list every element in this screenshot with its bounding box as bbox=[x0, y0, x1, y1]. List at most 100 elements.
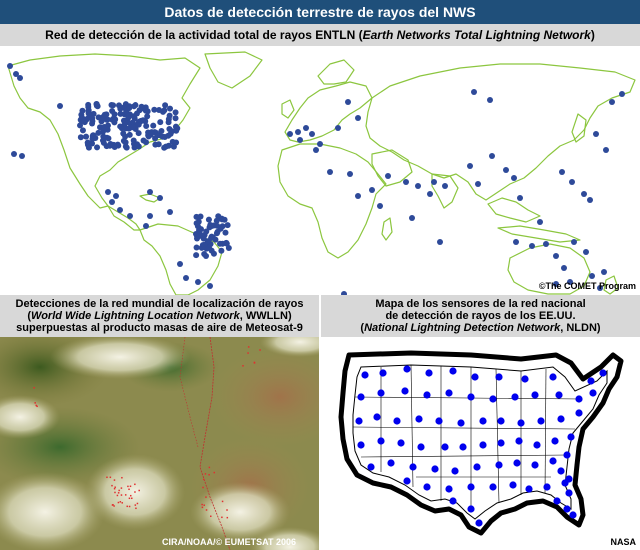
entln-sensor-dot bbox=[147, 189, 153, 195]
entln-sensor-dot bbox=[503, 167, 509, 173]
wwlln-panel-title: Detecciones de la red mundial de localiz… bbox=[0, 295, 319, 337]
entln-sensor-dot bbox=[355, 115, 361, 121]
wwlln-strike-mark bbox=[34, 402, 36, 404]
wwlln-strike-mark bbox=[131, 497, 133, 500]
entln-sensor-dot bbox=[619, 91, 625, 97]
entln-sensor-dot bbox=[335, 125, 341, 131]
nldn-sensor-map bbox=[321, 337, 640, 550]
nldn-sensor-dot bbox=[557, 415, 565, 423]
entln-sensor-dot bbox=[167, 105, 174, 112]
nldn-sensor-dot bbox=[537, 417, 545, 425]
wwlln-strike-mark bbox=[259, 349, 261, 351]
wwlln-strike-mark bbox=[221, 516, 223, 519]
nldn-sensor-dot bbox=[525, 485, 533, 493]
wwlln-title-line2: (World Wide Lightning Location Network, … bbox=[0, 310, 319, 322]
wwlln-strike-mark bbox=[135, 507, 137, 510]
entln-sensor-dot bbox=[309, 131, 315, 137]
entln-sensor-dot bbox=[212, 236, 219, 243]
nldn-sensor-dot bbox=[403, 477, 411, 485]
cira-credit: CIRA/NOAA/© EUMETSAT 2006 bbox=[162, 537, 296, 547]
entln-sensor-dot bbox=[160, 108, 167, 115]
wwlln-strike-mark bbox=[208, 466, 211, 469]
wwlln-strike-mark bbox=[213, 471, 216, 474]
wwlln-strike-mark bbox=[253, 361, 256, 364]
entln-sensor-dot bbox=[121, 139, 128, 146]
entln-sensor-dot bbox=[587, 197, 593, 203]
entln-sensor-dot bbox=[603, 147, 609, 153]
nldn-sensor-dot bbox=[423, 391, 431, 399]
entln-sensor-dot bbox=[471, 89, 477, 95]
entln-sensor-dot bbox=[117, 110, 124, 117]
entln-sensor-dot bbox=[145, 132, 152, 139]
entln-sensor-dot bbox=[110, 115, 117, 122]
nldn-sensor-dot bbox=[497, 439, 505, 447]
entln-sensor-dot bbox=[561, 265, 567, 271]
nldn-sensor-dot bbox=[457, 419, 465, 427]
entln-sensor-dot bbox=[183, 275, 189, 281]
wwlln-strike-mark bbox=[205, 496, 207, 498]
wwlln-strike-mark bbox=[210, 515, 212, 518]
entln-sensor-dot bbox=[109, 199, 115, 205]
wwlln-title-line1: Detecciones de la red mundial de localiz… bbox=[15, 298, 304, 310]
wwlln-strike-mark bbox=[134, 483, 136, 486]
nldn-sensor-dot bbox=[459, 443, 467, 451]
wwlln-strike-mark bbox=[134, 504, 137, 506]
entln-sensor-dot bbox=[57, 103, 63, 109]
wwlln-strike-mark bbox=[134, 491, 136, 493]
entln-sensor-dot bbox=[77, 134, 84, 141]
wwlln-strike-mark bbox=[121, 502, 123, 504]
wwlln-strike-mark bbox=[201, 506, 204, 509]
entln-sensor-dot bbox=[126, 131, 133, 138]
nldn-sensor-dot bbox=[409, 463, 417, 471]
entln-sensor-dot bbox=[167, 209, 173, 215]
nldn-sensor-dot bbox=[495, 461, 503, 469]
entln-sensor-dot bbox=[303, 125, 309, 131]
entln-sensor-dot bbox=[135, 130, 142, 137]
panel-divider-vertical bbox=[319, 295, 321, 550]
entln-sensor-dot bbox=[17, 75, 23, 81]
nldn-sensor-dot bbox=[497, 417, 505, 425]
entln-sensor-dot bbox=[327, 169, 333, 175]
wwlln-strike-mark bbox=[111, 484, 113, 487]
nldn-sensor-dot bbox=[479, 441, 487, 449]
entln-sensor-dot bbox=[150, 122, 157, 129]
entln-sensor-dot bbox=[553, 253, 559, 259]
nldn-sensor-dot bbox=[377, 389, 385, 397]
wwlln-strike-mark bbox=[117, 492, 120, 494]
wwlln-strike-mark bbox=[113, 487, 116, 490]
entln-sensor-dot bbox=[105, 189, 111, 195]
entln-sensor-dot bbox=[427, 191, 433, 197]
nldn-sensor-dot bbox=[451, 467, 459, 475]
entln-sensor-dot bbox=[313, 147, 319, 153]
entln-sensor-dots bbox=[7, 63, 625, 295]
entln-sensor-dot bbox=[193, 252, 200, 259]
entln-sensor-dot bbox=[110, 102, 117, 109]
nldn-sensor-dot bbox=[515, 437, 523, 445]
entln-sensor-dot bbox=[369, 187, 375, 193]
wwlln-strike-mark bbox=[202, 486, 204, 489]
entln-sensor-dot bbox=[177, 261, 183, 267]
entln-sensor-dot bbox=[172, 109, 179, 116]
entln-sensor-dot bbox=[117, 123, 124, 130]
wwlln-strike-mark bbox=[114, 491, 116, 494]
entln-sensor-dot bbox=[83, 133, 90, 140]
nldn-sensor-dot bbox=[543, 483, 551, 491]
comet-credit: ©The COMET Program bbox=[538, 281, 636, 291]
wwlln-strike-mark bbox=[138, 489, 140, 492]
entln-sensor-dot bbox=[85, 107, 92, 114]
wwlln-strike-mark bbox=[203, 504, 205, 506]
wwlln-strike-mark bbox=[119, 501, 122, 503]
nldn-sensor-dot bbox=[417, 443, 425, 451]
nldn-sensor-dot bbox=[557, 467, 565, 475]
nldn-sensor-dot bbox=[563, 505, 571, 513]
wwlln-strike-mark bbox=[136, 502, 139, 505]
entln-sensor-dot bbox=[90, 132, 97, 139]
nldn-sensor-dot bbox=[355, 417, 363, 425]
entln-sensor-dot bbox=[157, 195, 163, 201]
entln-sensor-dot bbox=[172, 115, 179, 122]
entln-sensor-dot bbox=[140, 117, 147, 124]
nldn-sensor-dot bbox=[475, 519, 483, 527]
entln-sensor-dot bbox=[11, 151, 17, 157]
entln-sensor-dot bbox=[214, 228, 221, 235]
nldn-sensor-dot bbox=[549, 373, 557, 381]
